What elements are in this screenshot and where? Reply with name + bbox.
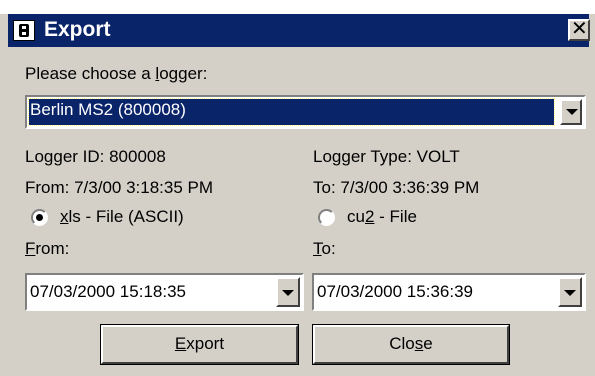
to-datetime-value: 07/03/2000 15:36:39 — [317, 282, 473, 301]
close-window-button[interactable]: ✕ — [568, 19, 590, 41]
radio-selected-dot — [36, 214, 43, 221]
chevron-down-icon — [282, 290, 294, 296]
from-datetime-value: 07/03/2000 15:18:35 — [30, 282, 186, 301]
range-from-label: From: — [25, 239, 70, 258]
window-title: Export — [44, 18, 111, 41]
top-margin — [0, 0, 595, 14]
logger-app-icon — [13, 20, 35, 41]
xls-format-radio[interactable] — [31, 209, 48, 226]
close-button[interactable]: Close — [312, 324, 510, 365]
chevron-down-icon — [564, 290, 576, 296]
cu2-format-label[interactable]: cu2 - File — [347, 207, 417, 227]
title-bar[interactable]: Export ✕ — [8, 14, 590, 47]
logger-id-text: Logger ID: 800008 — [25, 147, 166, 166]
logger-select[interactable]: Berlin MS2 (800008) — [25, 95, 586, 129]
export-button[interactable]: Export — [100, 324, 299, 365]
to-datetime-picker[interactable]: 07/03/2000 15:36:39 — [312, 273, 586, 311]
from-datetime-picker[interactable]: 07/03/2000 15:18:35 — [25, 273, 304, 311]
to-datetime-dropdown-button[interactable] — [558, 277, 582, 307]
range-to-label: To: — [313, 239, 336, 258]
data-from-text: From: 7/3/00 3:18:35 PM — [25, 178, 214, 197]
cu2-format-radio[interactable] — [318, 209, 335, 226]
xls-format-label[interactable]: xls - File (ASCII) — [60, 207, 184, 227]
logger-select-dropdown-button[interactable] — [560, 99, 582, 125]
logger-type-text: Logger Type: VOLT — [313, 147, 460, 166]
close-icon: ✕ — [571, 18, 588, 40]
data-to-text: To: 7/3/00 3:36:39 PM — [313, 178, 480, 197]
chevron-down-icon — [566, 109, 578, 115]
from-datetime-dropdown-button[interactable] — [276, 277, 300, 307]
export-dialog: Export ✕ Please choose a logger: Berlin … — [0, 0, 595, 376]
logger-prompt-label: Please choose a logger: — [25, 64, 208, 83]
logger-select-value: Berlin MS2 (800008) — [30, 100, 186, 119]
